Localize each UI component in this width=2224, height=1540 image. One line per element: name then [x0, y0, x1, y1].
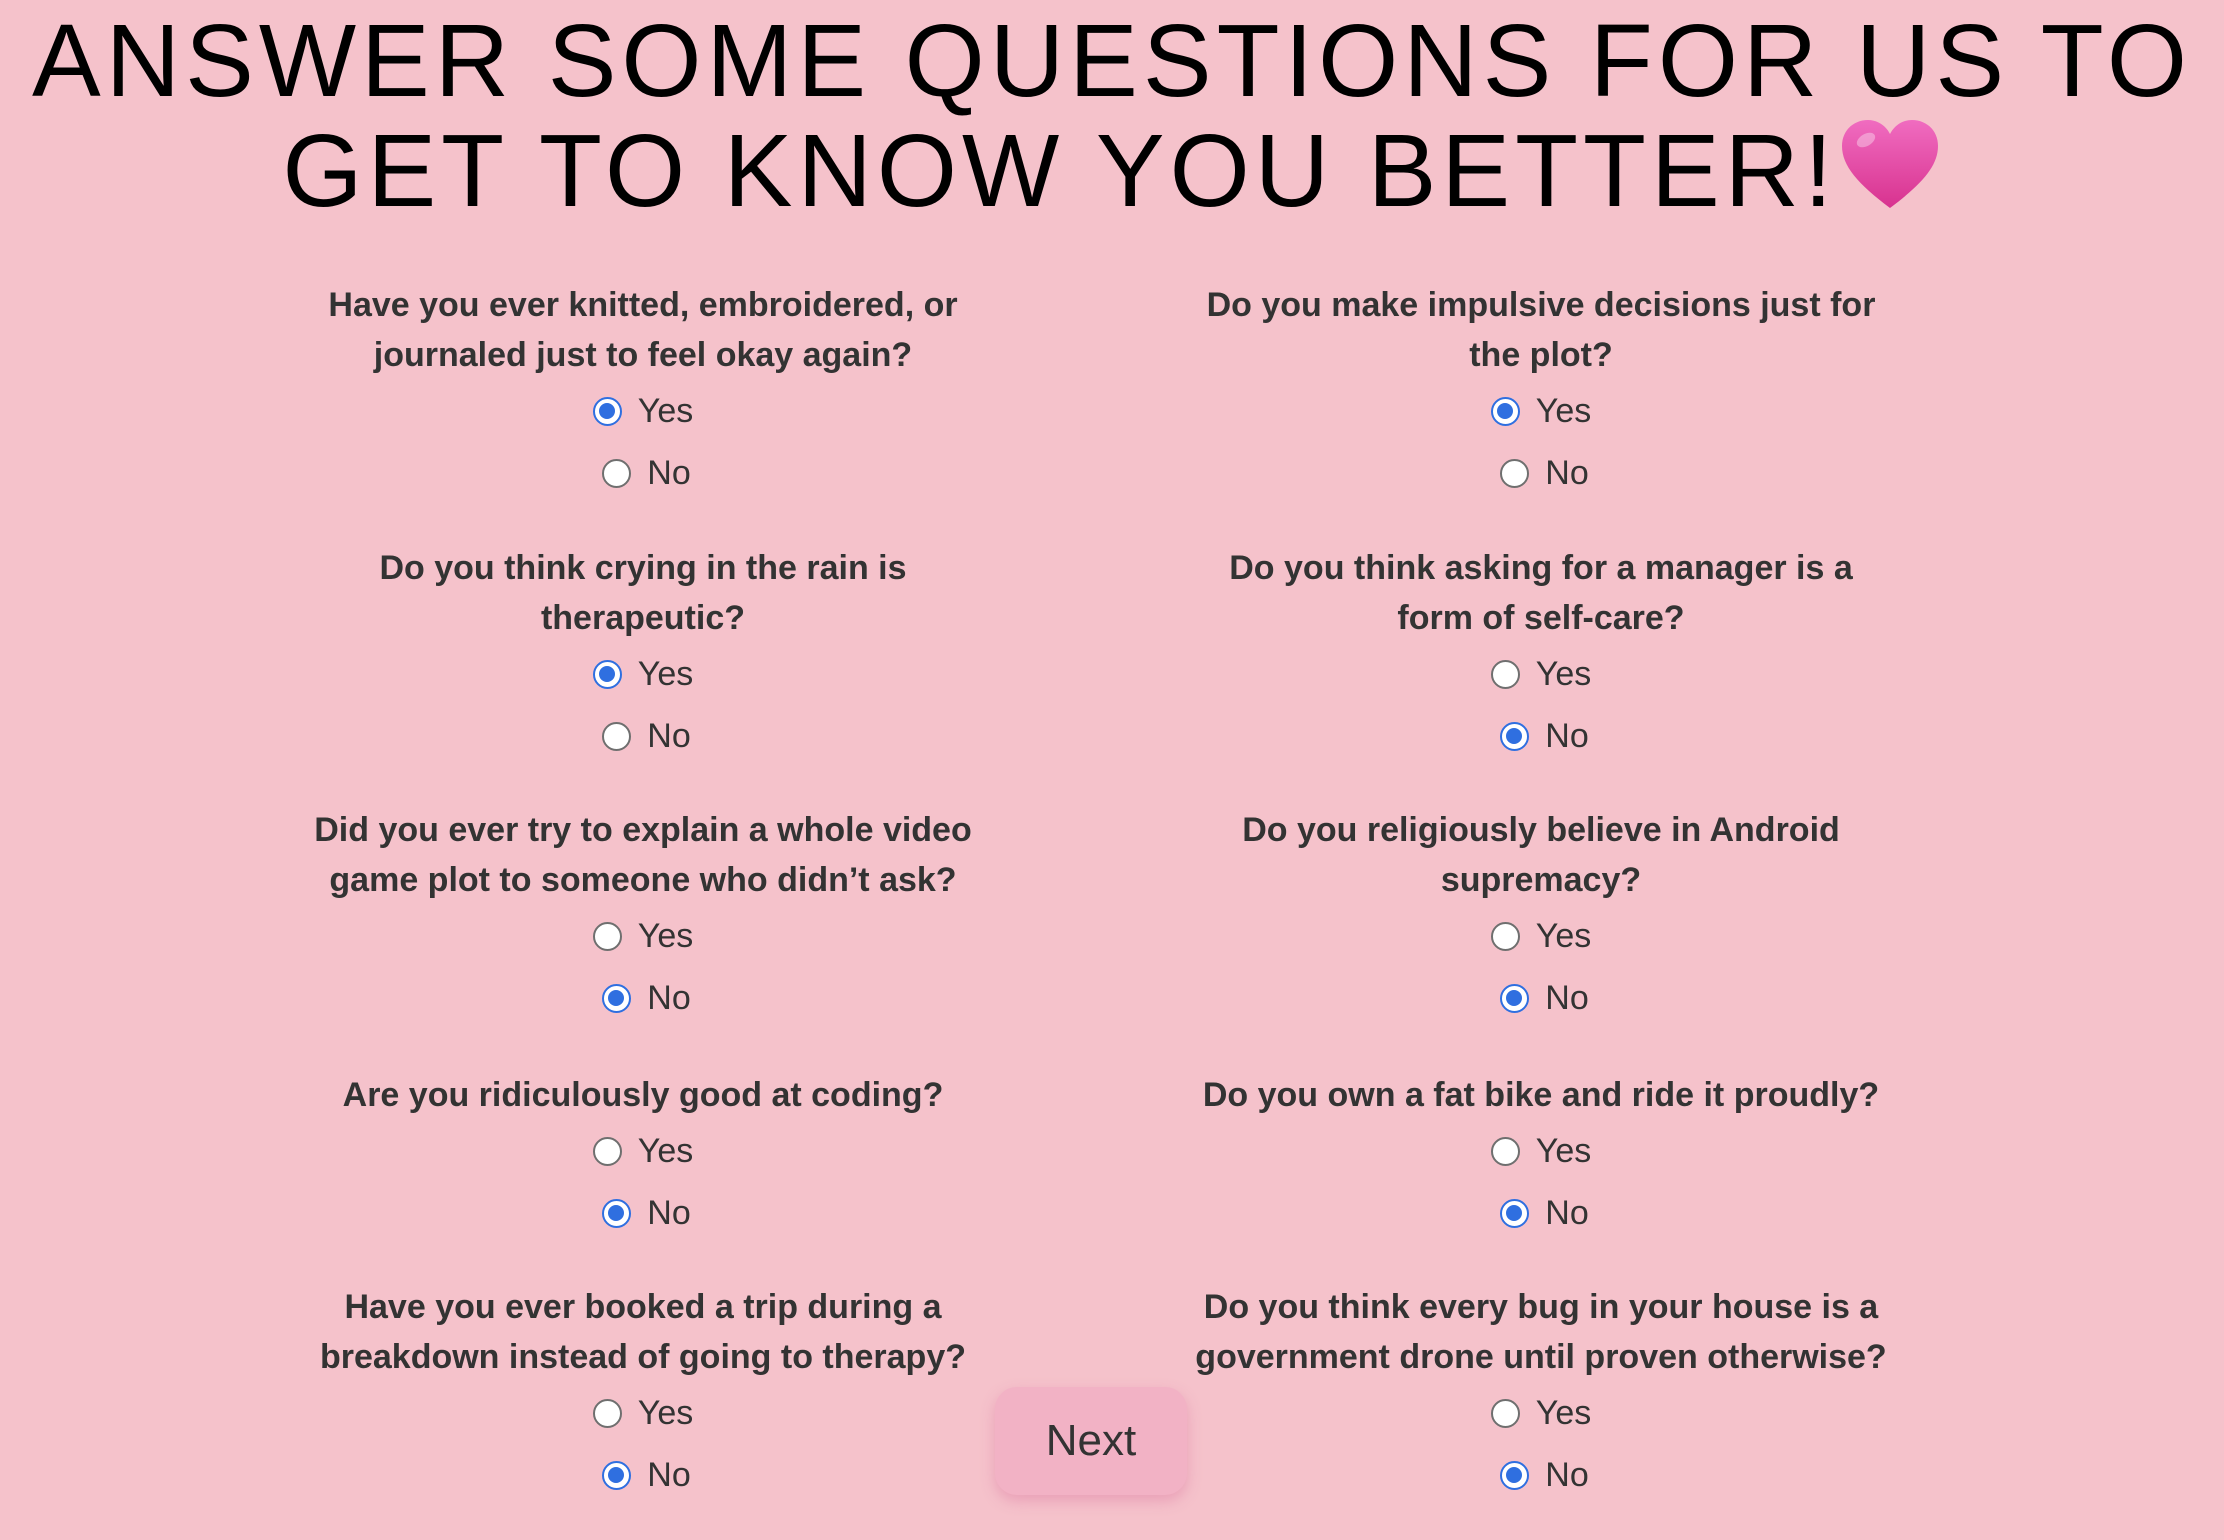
radio-no[interactable] [1500, 983, 1530, 1013]
option-yes[interactable]: Yes [193, 380, 1093, 442]
option-no[interactable]: No [193, 1444, 1093, 1506]
option-no[interactable]: No [1091, 967, 1991, 1029]
question-card-7: Are you ridiculously good at coding? Yes… [193, 1070, 1093, 1244]
radio-yes[interactable] [592, 1398, 622, 1428]
radio-yes[interactable] [1490, 1136, 1520, 1166]
radio-yes[interactable] [1490, 659, 1520, 689]
option-no[interactable]: No [193, 705, 1093, 767]
question-card-4: Do you think asking for a manager is a f… [1091, 543, 1991, 767]
radio-no[interactable] [1500, 458, 1530, 488]
question-text: Do you make impulsive decisions just for… [1206, 286, 1876, 374]
option-yes[interactable]: Yes [1091, 380, 1991, 442]
option-yes[interactable]: Yes [193, 1120, 1093, 1182]
radio-yes[interactable] [592, 396, 622, 426]
option-yes[interactable]: Yes [1091, 905, 1991, 967]
option-no-label: No [647, 1193, 691, 1232]
option-yes-label: Yes [637, 1131, 694, 1170]
radio-no[interactable] [602, 1460, 632, 1490]
question-card-6: Do you religiously believe in Android su… [1091, 805, 1991, 1029]
option-yes-label: Yes [637, 916, 694, 955]
radio-no[interactable] [602, 458, 632, 488]
question-card-5: Did you ever try to explain a whole vide… [193, 805, 1093, 1029]
option-yes[interactable]: Yes [1091, 1120, 1991, 1182]
radio-no[interactable] [602, 721, 632, 751]
question-text: Do you religiously believe in Android su… [1242, 811, 1840, 899]
option-yes-label: Yes [1535, 916, 1592, 955]
pink-heart-icon [1841, 120, 1938, 208]
radio-yes[interactable] [592, 921, 622, 951]
radio-yes[interactable] [1490, 921, 1520, 951]
radio-no[interactable] [602, 1198, 632, 1228]
option-no-label: No [647, 978, 691, 1017]
option-no[interactable]: No [1091, 442, 1991, 504]
question-text: Do you think crying in the rain is thera… [379, 549, 907, 637]
radio-no[interactable] [1500, 1460, 1530, 1490]
radio-yes[interactable] [592, 1136, 622, 1166]
option-yes-label: Yes [637, 1393, 694, 1432]
question-card-9: Have you ever booked a trip during a bre… [193, 1282, 1093, 1506]
option-no[interactable]: No [193, 442, 1093, 504]
option-no-label: No [1545, 453, 1589, 492]
question-text: Are you ridiculously good at coding? [342, 1076, 944, 1114]
radio-yes[interactable] [1490, 1398, 1520, 1428]
option-no-label: No [647, 716, 691, 755]
option-yes[interactable]: Yes [193, 905, 1093, 967]
option-no[interactable]: No [1091, 1444, 1991, 1506]
question-text: Do you think every bug in your house is … [1195, 1288, 1887, 1376]
option-yes[interactable]: Yes [1091, 643, 1991, 705]
option-yes[interactable]: Yes [193, 643, 1093, 705]
question-card-1: Have you ever knitted, embroidered, or j… [193, 280, 1093, 504]
option-no-label: No [647, 453, 691, 492]
option-no[interactable]: No [193, 1182, 1093, 1244]
page-title: ANSWER SOME QUESTIONS FOR US TO GET TO K… [0, 6, 2224, 226]
radio-no[interactable] [1500, 1198, 1530, 1228]
question-text: Do you own a fat bike and ride it proudl… [1202, 1076, 1880, 1114]
radio-no[interactable] [602, 983, 632, 1013]
question-card-3: Do you think crying in the rain is thera… [193, 543, 1093, 767]
option-yes[interactable]: Yes [1091, 1382, 1991, 1444]
question-card-8: Do you own a fat bike and ride it proudl… [1091, 1070, 1991, 1244]
option-yes-label: Yes [637, 654, 694, 693]
option-yes-label: Yes [637, 391, 694, 430]
option-no-label: No [1545, 1455, 1589, 1494]
option-yes-label: Yes [1535, 1393, 1592, 1432]
option-yes-label: Yes [1535, 654, 1592, 693]
next-button[interactable]: Next [995, 1387, 1187, 1495]
radio-yes[interactable] [592, 659, 622, 689]
question-text: Have you ever booked a trip during a bre… [319, 1288, 967, 1376]
radio-no[interactable] [1500, 721, 1530, 751]
radio-yes[interactable] [1490, 396, 1520, 426]
option-yes-label: Yes [1535, 1131, 1592, 1170]
question-text: Have you ever knitted, embroidered, or j… [328, 286, 958, 374]
option-no[interactable]: No [1091, 705, 1991, 767]
question-text: Did you ever try to explain a whole vide… [314, 811, 972, 899]
option-no-label: No [1545, 978, 1589, 1017]
question-card-2: Do you make impulsive decisions just for… [1091, 280, 1991, 504]
option-no[interactable]: No [193, 967, 1093, 1029]
question-text: Do you think asking for a manager is a f… [1229, 549, 1853, 637]
option-yes-label: Yes [1535, 391, 1592, 430]
option-no-label: No [1545, 1193, 1589, 1232]
option-no-label: No [647, 1455, 691, 1494]
option-yes[interactable]: Yes [193, 1382, 1093, 1444]
option-no-label: No [1545, 716, 1589, 755]
option-no[interactable]: No [1091, 1182, 1991, 1244]
question-card-10: Do you think every bug in your house is … [1091, 1282, 1991, 1506]
